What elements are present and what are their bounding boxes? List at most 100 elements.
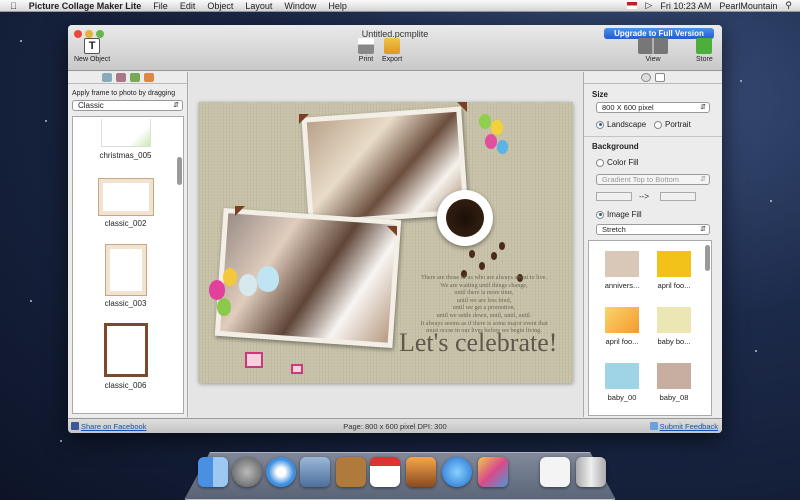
star [740,80,742,82]
background-item-label: annivers... [604,281,640,290]
radio-unselected-icon [596,158,604,167]
export-icon [384,38,401,54]
background-item[interactable]: annivers... [597,251,647,290]
landscape-radio[interactable]: Landscape [596,120,646,129]
star [755,350,757,352]
settings-tab-icon[interactable] [641,73,651,82]
menu-help[interactable]: Help [322,0,353,12]
document-tab-icon[interactable] [655,73,665,82]
select-arrows-icon: ⇵ [700,104,706,111]
export-button[interactable]: Export [382,38,402,63]
radio-selected-icon [596,210,604,219]
iphoto-icon[interactable] [406,457,436,487]
feedback-icon[interactable] [650,422,658,430]
background-list: annivers... april foo... april foo... ba… [588,240,712,416]
frame-item-label: classic_003 [104,299,147,308]
gradient-select[interactable]: Gradient Top to Bottom ⇵ [596,174,710,185]
background-item[interactable]: baby_00 [597,363,647,402]
portrait-label: Portrait [665,120,691,129]
submit-feedback-link[interactable]: Submit Feedback [660,422,718,431]
shape-tab-icon[interactable] [115,73,126,82]
background-swatch [605,307,639,333]
store-icon [696,38,713,54]
coffee-bean [491,252,497,260]
photo-collage-icon[interactable] [478,457,508,487]
background-item[interactable]: april foo... [649,251,699,290]
clipart-tab-icon[interactable] [143,73,154,82]
menu-object[interactable]: Object [201,0,239,12]
menu-app-name[interactable]: Picture Collage Maker Lite [23,0,148,12]
balloon-decoration [209,280,225,300]
print-label: Print [358,56,374,63]
print-button[interactable]: Print [358,38,374,63]
frame-item-label: classic_006 [104,381,147,390]
image-fill-radio[interactable]: Image Fill [596,210,642,219]
photo-tab-icon[interactable] [101,73,112,82]
frame-item[interactable]: classic_002 [73,178,178,228]
poem-text[interactable]: There are those of us who are always abo… [399,274,569,335]
clock[interactable]: Fri 10:23 AM [660,1,711,11]
coffee-bean [469,250,475,258]
size-select[interactable]: 800 X 600 pixel ⇵ [596,102,710,113]
apple-icon[interactable]:  [0,0,23,12]
background-item[interactable]: april foo... [597,307,647,346]
background-item[interactable]: baby_08 [649,363,699,402]
balloon-decoration [497,140,508,154]
new-object-label: New Object [74,56,111,63]
view-icon [638,38,668,54]
gradient-end-color-well[interactable] [660,192,696,201]
color-fill-radio[interactable]: Color Fill [596,158,639,167]
poem-line: until there is more time, [454,289,514,297]
finder-icon[interactable] [198,457,228,487]
balloon-decoration [479,114,491,129]
fill-mode-select[interactable]: Stretch ⇵ [596,224,710,235]
portrait-radio[interactable]: Portrait [654,120,691,129]
frame-item[interactable]: classic_003 [73,244,178,308]
background-swatch [605,363,639,389]
title-bar: Untitled.pcmplite Upgrade to Full Versio… [68,25,722,71]
balloon-decoration [491,120,503,135]
user-name[interactable]: PearlMountain [719,1,777,11]
frame-thumbnail [104,244,147,296]
volume-icon[interactable]: ▷ [645,0,652,11]
radio-unselected-icon [654,120,662,129]
app-store-icon[interactable] [442,457,472,487]
frame-thumbnail [103,323,148,377]
frame-tab-icon[interactable] [129,73,140,82]
safari-icon[interactable] [266,457,296,487]
preview-icon[interactable] [540,457,570,487]
frame-item[interactable]: classic_006 [73,323,178,390]
background-list-scrollbar[interactable] [705,245,710,271]
image-fill-label: Image Fill [607,210,642,219]
flag-icon[interactable] [627,2,638,9]
spotlight-icon[interactable]: ⚲ [785,0,792,11]
calendar-icon[interactable] [370,457,400,487]
coffee-bean [499,242,505,250]
select-arrows-icon: ⇵ [700,176,706,183]
view-button[interactable]: View [638,38,668,63]
poem-line: until we settle down, until, until, unti… [436,311,532,319]
gradient-start-color-well[interactable] [596,192,632,201]
headline-text[interactable]: Let's celebrate! [399,328,557,358]
frame-list-scrollbar[interactable] [177,157,182,185]
coffee-bean [479,262,485,270]
store-button[interactable]: Store [696,38,713,63]
collage-canvas[interactable]: There are those of us who are always abo… [199,102,573,383]
trash-icon[interactable] [576,457,606,487]
export-label: Export [382,56,403,63]
frame-category-select[interactable]: Classic ⇵ [72,100,183,111]
background-item[interactable]: baby bo... [649,307,699,346]
menu-edit[interactable]: Edit [174,0,202,12]
frame-item[interactable]: christmas_005 [73,119,178,160]
menu-layout[interactable]: Layout [239,0,278,12]
star [770,200,772,202]
address-book-icon[interactable] [336,457,366,487]
launchpad-icon[interactable] [232,457,262,487]
frame-category-value: Classic [78,101,104,110]
new-object-button[interactable]: T New Object [74,38,110,63]
frame-thumbnail [97,178,154,216]
menu-window[interactable]: Window [278,0,322,12]
menu-file[interactable]: File [147,0,174,12]
star [60,440,62,442]
mail-icon[interactable] [300,457,330,487]
